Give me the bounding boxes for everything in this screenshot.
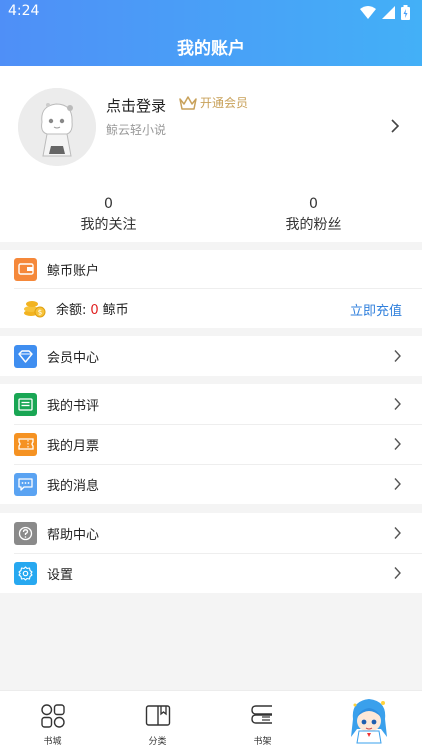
activity-card: 我的书评 我的月票 我的消息	[0, 384, 422, 504]
following-label: 我的关注	[80, 217, 137, 233]
menu-item-label: 我的月票	[47, 438, 100, 454]
avatar[interactable]	[18, 88, 96, 166]
mascot-icon	[351, 699, 387, 744]
fans-stat[interactable]: 0 我的粉丝	[208, 196, 419, 234]
login-link[interactable]: 点击登录	[106, 95, 166, 116]
menu-item-my-messages[interactable]: 我的消息	[0, 464, 422, 504]
help-icon	[14, 521, 37, 545]
chevron-right-icon	[394, 567, 401, 579]
wallet-icon	[14, 257, 37, 281]
menu-item-my-reviews[interactable]: 我的书评	[0, 384, 422, 424]
tab-label: 分类	[148, 737, 167, 747]
bottom-nav: 书城 分类 书架	[0, 690, 422, 750]
tab-bookshelf[interactable]: 书架	[210, 691, 315, 750]
chevron-right-icon	[394, 350, 401, 362]
diamond-icon	[14, 344, 37, 368]
tab-label: 书架	[253, 737, 272, 747]
member-card: 会员中心	[0, 336, 422, 376]
menu-item-my-monthly-tickets[interactable]: 我的月票	[0, 424, 422, 464]
balance-prefix: 余额:	[56, 302, 87, 318]
balance-text: 余额: 0 鲸币	[56, 299, 129, 318]
menu-item-help-center[interactable]: 帮助中心	[0, 513, 422, 553]
balance-value: 0	[90, 302, 99, 318]
open-vip-button[interactable]: 开通会员	[178, 94, 248, 111]
menu-item-label: 我的消息	[47, 478, 100, 494]
wallet-card: 鲸币账户 $ 余额: 0 鲸币 立即充值	[0, 250, 422, 328]
support-card: 帮助中心 设置	[0, 513, 422, 593]
recharge-button[interactable]: 立即充值	[350, 300, 402, 319]
menu-item-label: 我的书评	[47, 398, 100, 414]
bookshelf-icon	[251, 705, 272, 724]
fans-label: 我的粉丝	[285, 217, 342, 233]
coins-icon: $	[24, 301, 46, 318]
bookstore-icon	[41, 704, 65, 728]
category-icon	[145, 705, 171, 726]
balance-unit: 鲸币	[102, 302, 129, 318]
wifi-icon	[360, 5, 376, 19]
tab-label: 书城	[43, 737, 62, 747]
status-bar: 4:24	[0, 0, 422, 24]
profile-card: 点击登录 开通会员 鲸云轻小说 0 我的关注 0 我的粉丝	[0, 66, 422, 242]
app-header: 4:24 我的账户	[0, 0, 422, 66]
page-title: 我的账户	[177, 39, 245, 59]
wallet-title: 鲸币账户	[47, 263, 100, 279]
menu-item-settings[interactable]: 设置	[0, 553, 422, 593]
chevron-right-icon[interactable]	[390, 118, 400, 134]
menu-item-label: 会员中心	[47, 350, 100, 366]
chevron-right-icon	[394, 478, 401, 490]
ticket-icon	[14, 432, 37, 456]
chevron-right-icon	[394, 438, 401, 450]
battery-icon	[401, 4, 410, 20]
following-count: 0	[104, 196, 113, 212]
menu-item-member-center[interactable]: 会员中心	[0, 336, 422, 376]
message-icon	[14, 472, 37, 496]
vip-label: 开通会员	[200, 96, 249, 110]
status-time: 4:24	[8, 3, 40, 19]
tab-bookstore[interactable]: 书城	[0, 691, 105, 750]
menu-item-label: 帮助中心	[47, 527, 100, 543]
following-stat[interactable]: 0 我的关注	[3, 196, 214, 234]
svg-text:$: $	[38, 309, 42, 317]
status-icons	[360, 4, 410, 20]
fans-count: 0	[309, 196, 318, 212]
chevron-right-icon	[394, 398, 401, 410]
wallet-row: 鲸币账户	[0, 250, 422, 288]
tab-my-account[interactable]	[315, 691, 420, 750]
crown-icon	[179, 95, 197, 110]
tab-category[interactable]: 分类	[105, 691, 210, 750]
signal-icon	[382, 5, 395, 19]
gear-icon	[14, 561, 37, 585]
chevron-right-icon	[394, 527, 401, 539]
menu-item-label: 设置	[47, 567, 74, 583]
review-icon	[14, 392, 37, 416]
profile-subtitle: 鲸云轻小说	[106, 123, 167, 137]
avatar-character-icon	[18, 88, 96, 166]
balance-row: $ 余额: 0 鲸币 立即充值	[0, 288, 422, 328]
